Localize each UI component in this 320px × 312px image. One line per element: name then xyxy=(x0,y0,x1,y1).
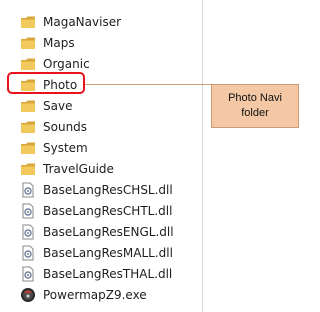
folder-icon xyxy=(20,35,36,51)
file-list-panel: MagaNaviser Maps Organic Photo Save Soun… xyxy=(0,0,202,312)
list-item-sounds[interactable]: Sounds xyxy=(20,116,174,137)
dll-file-icon xyxy=(20,182,36,198)
folder-icon xyxy=(20,14,36,30)
callout-line-2: folder xyxy=(241,107,269,119)
dll-file-icon xyxy=(20,266,36,282)
item-label: BaseLangResENGL.dll xyxy=(43,224,174,239)
folder-icon xyxy=(20,98,36,114)
list-item-save[interactable]: Save xyxy=(20,95,174,116)
callout-line-1: Photo Navi xyxy=(228,92,282,104)
item-label: Organic xyxy=(43,56,90,71)
list-item-system[interactable]: System xyxy=(20,137,174,158)
item-label: BaseLangResCHTL.dll xyxy=(43,203,173,218)
item-label: BaseLangResCHSL.dll xyxy=(43,182,173,197)
photo-highlight-box xyxy=(7,72,85,94)
list-item-maganaviser[interactable]: MagaNaviser xyxy=(20,11,174,32)
panel-divider xyxy=(202,0,203,312)
list-item-powermapz9[interactable]: PowermapZ9.exe xyxy=(20,284,174,305)
dll-file-icon xyxy=(20,203,36,219)
file-list: MagaNaviser Maps Organic Photo Save Soun… xyxy=(20,11,174,305)
item-label: TravelGuide xyxy=(43,161,114,176)
exe-file-icon xyxy=(20,287,36,303)
callout-note: Photo Navi folder xyxy=(211,84,299,128)
callout-connector-line xyxy=(85,84,211,85)
item-label: Sounds xyxy=(43,119,88,134)
item-label: Maps xyxy=(43,35,75,50)
item-label: System xyxy=(43,140,88,155)
item-label: BaseLangResTHAL.dll xyxy=(43,266,173,281)
item-label: Save xyxy=(43,98,73,113)
list-item-baselangresthal[interactable]: BaseLangResTHAL.dll xyxy=(20,263,174,284)
folder-icon xyxy=(20,161,36,177)
item-label: PowermapZ9.exe xyxy=(43,287,147,302)
list-item-travelguide[interactable]: TravelGuide xyxy=(20,158,174,179)
list-item-baselangresmall[interactable]: BaseLangResMALL.dll xyxy=(20,242,174,263)
dll-file-icon xyxy=(20,224,36,240)
item-label: MagaNaviser xyxy=(43,14,122,29)
list-item-baselangreschsl[interactable]: BaseLangResCHSL.dll xyxy=(20,179,174,200)
list-item-baselangreschtl[interactable]: BaseLangResCHTL.dll xyxy=(20,200,174,221)
dll-file-icon xyxy=(20,245,36,261)
folder-icon xyxy=(20,56,36,72)
folder-icon xyxy=(20,119,36,135)
list-item-organic[interactable]: Organic xyxy=(20,53,174,74)
list-item-maps[interactable]: Maps xyxy=(20,32,174,53)
list-item-baselangresengl[interactable]: BaseLangResENGL.dll xyxy=(20,221,174,242)
item-label: BaseLangResMALL.dll xyxy=(43,245,173,260)
folder-icon xyxy=(20,140,36,156)
